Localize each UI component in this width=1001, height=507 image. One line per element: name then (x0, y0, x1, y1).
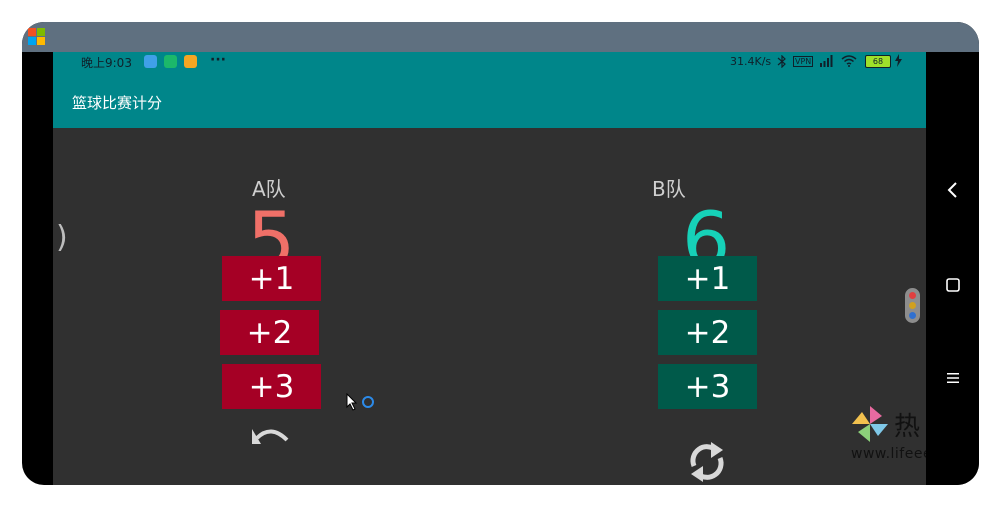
team-b-add-3-button[interactable]: +3 (658, 364, 757, 409)
window-titlebar (22, 22, 979, 52)
emulator-window: 晚上9:03 ··· 31.4K/s VPN 68 篮球比赛计分) A队 5 … (22, 22, 979, 485)
cellular-signal-icon (819, 55, 833, 70)
watermark-char: 热 (894, 412, 921, 442)
app-bar: 篮球比赛计分 (53, 72, 926, 128)
team-b-label: B队 (652, 177, 686, 201)
battery-icon: 68 (865, 55, 891, 68)
watermark: 热 www.lifeee (848, 404, 926, 464)
wifi-icon (841, 55, 857, 70)
floating-widget-icon[interactable] (905, 288, 920, 323)
app-title: 篮球比赛计分 (72, 94, 163, 112)
team-a-add-1-button[interactable]: +1 (222, 256, 321, 301)
team-a-add-3-button[interactable]: +3 (222, 364, 321, 409)
status-time: 晚上9:03 (81, 56, 132, 70)
phone-screen: 晚上9:03 ··· 31.4K/s VPN 68 篮球比赛计分) A队 5 … (53, 52, 926, 485)
vpn-badge: VPN (793, 56, 814, 67)
home-icon[interactable] (926, 277, 979, 296)
watermark-url: www.lifeee (851, 446, 926, 462)
edge-gesture-handle[interactable]: ) (56, 220, 68, 255)
pinwheel-logo-icon (852, 406, 888, 442)
mouse-cursor-icon (346, 392, 376, 419)
more-notifications-icon: ··· (210, 52, 226, 68)
network-speed: 31.4K/s (730, 55, 772, 68)
android-nav-bar (926, 52, 979, 485)
refresh-icon[interactable] (686, 438, 728, 485)
windows-logo-icon (28, 28, 46, 46)
back-icon[interactable] (926, 182, 979, 202)
message-notification-icon (184, 55, 197, 68)
browser-notification-icon (144, 55, 157, 68)
status-bar: 晚上9:03 ··· 31.4K/s VPN 68 (53, 52, 926, 72)
charging-icon (895, 54, 902, 70)
battery-level: 68 (872, 57, 884, 66)
menu-icon[interactable] (926, 369, 979, 388)
undo-icon[interactable] (251, 424, 291, 450)
shield-notification-icon (164, 55, 177, 68)
team-b-add-1-button[interactable]: +1 (658, 256, 757, 301)
team-b-add-2-button[interactable]: +2 (658, 310, 757, 355)
bluetooth-icon (777, 54, 787, 71)
team-a-add-2-button[interactable]: +2 (220, 310, 319, 355)
